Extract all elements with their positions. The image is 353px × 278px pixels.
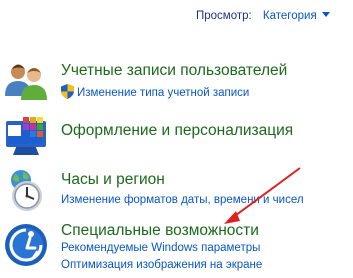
view-label: Просмотр:: [196, 10, 252, 22]
optimize-display-link[interactable]: Оптимизация изображения на экране: [61, 259, 262, 271]
ease-of-access-title[interactable]: Специальные возможности: [61, 222, 259, 240]
uac-shield-icon: [61, 84, 74, 99]
view-selector: Просмотр: Категория: [196, 10, 330, 22]
clock-globe-icon: [11, 170, 42, 211]
user-accounts-title[interactable]: Учетные записи пользователей: [61, 62, 287, 80]
appearance-title[interactable]: Оформление и персонализация: [61, 122, 293, 140]
clock-region-title[interactable]: Часы и регион: [61, 171, 165, 189]
change-account-type-link[interactable]: Изменение типа учетной записи: [77, 87, 249, 99]
change-formats-link[interactable]: Изменение форматов даты, времени и чисел: [61, 194, 304, 206]
chevron-down-icon: [321, 12, 330, 17]
users-icon: [5, 64, 47, 100]
view-value: Категория: [262, 10, 317, 22]
view-dropdown[interactable]: Категория: [263, 10, 330, 22]
ease-of-access-icon: [5, 224, 47, 266]
recommended-settings-link[interactable]: Рекомендуемые Windows параметры: [61, 242, 260, 254]
display-palette-icon: [6, 117, 46, 155]
